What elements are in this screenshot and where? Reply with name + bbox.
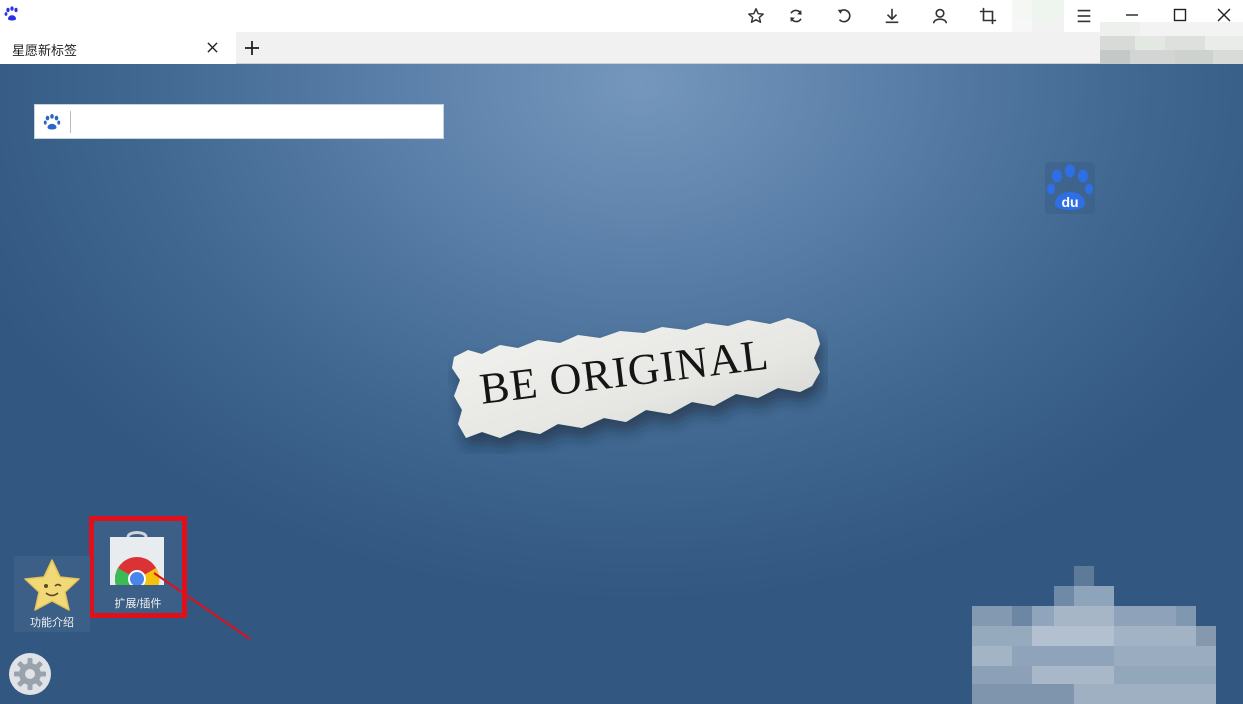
settings-gear-icon[interactable] [8,652,52,696]
user-icon[interactable] [926,4,954,28]
baidu-logo-icon[interactable]: du [1045,162,1095,214]
search-input[interactable] [75,109,439,137]
tab-bar: 星愿新标签 [0,32,1243,64]
new-tab-page: du BE ORIGINAL 扩展/插件 功能介绍 [0,64,1243,704]
pixelated-area [972,566,1216,704]
baidu-badge-text: du [1061,194,1078,210]
annotation-arrow [153,572,251,640]
close-icon [206,41,218,53]
tab-close-button[interactable] [204,39,220,55]
baidu-paw-icon [43,114,61,130]
star-mascot-icon [24,559,80,611]
intro-label: 功能介绍 [30,617,74,629]
minimize-icon [1126,14,1138,16]
baidu-paw-icon [4,6,18,21]
refresh-icon[interactable] [782,4,810,28]
download-icon[interactable] [878,4,906,28]
maximize-icon [1173,8,1187,22]
tab-active[interactable]: 星愿新标签 [0,32,236,64]
crop-icon[interactable] [974,4,1002,28]
plus-icon [245,41,259,55]
close-icon [1217,8,1230,22]
search-divider [70,111,71,133]
undo-icon[interactable] [830,4,858,28]
title-bar [0,0,1243,42]
menu-icon[interactable] [1070,4,1098,28]
feature-intro-widget[interactable]: 功能介绍 [14,556,90,632]
bookmark-star-icon[interactable] [742,4,770,28]
tab-title: 星愿新标签 [12,43,78,58]
search-box[interactable] [34,104,444,139]
new-tab-button[interactable] [240,37,264,59]
